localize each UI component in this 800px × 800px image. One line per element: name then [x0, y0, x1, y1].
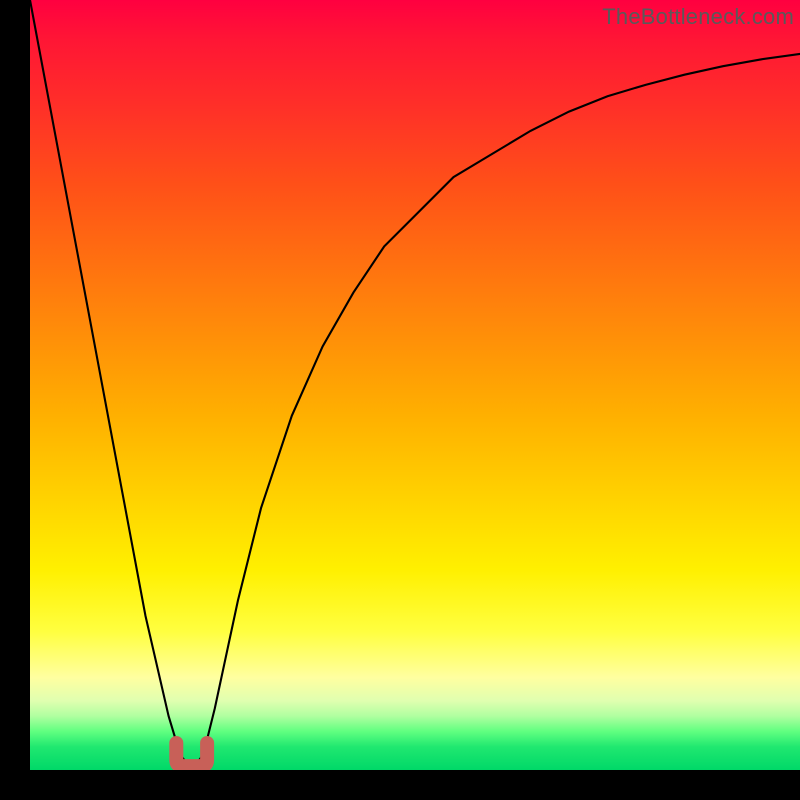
chart-area: [30, 0, 800, 770]
minimum-marker: [176, 743, 207, 766]
bottleneck-curve: [30, 0, 800, 770]
chart-svg: [30, 0, 800, 770]
watermark-text: TheBottleneck.com: [602, 4, 794, 30]
